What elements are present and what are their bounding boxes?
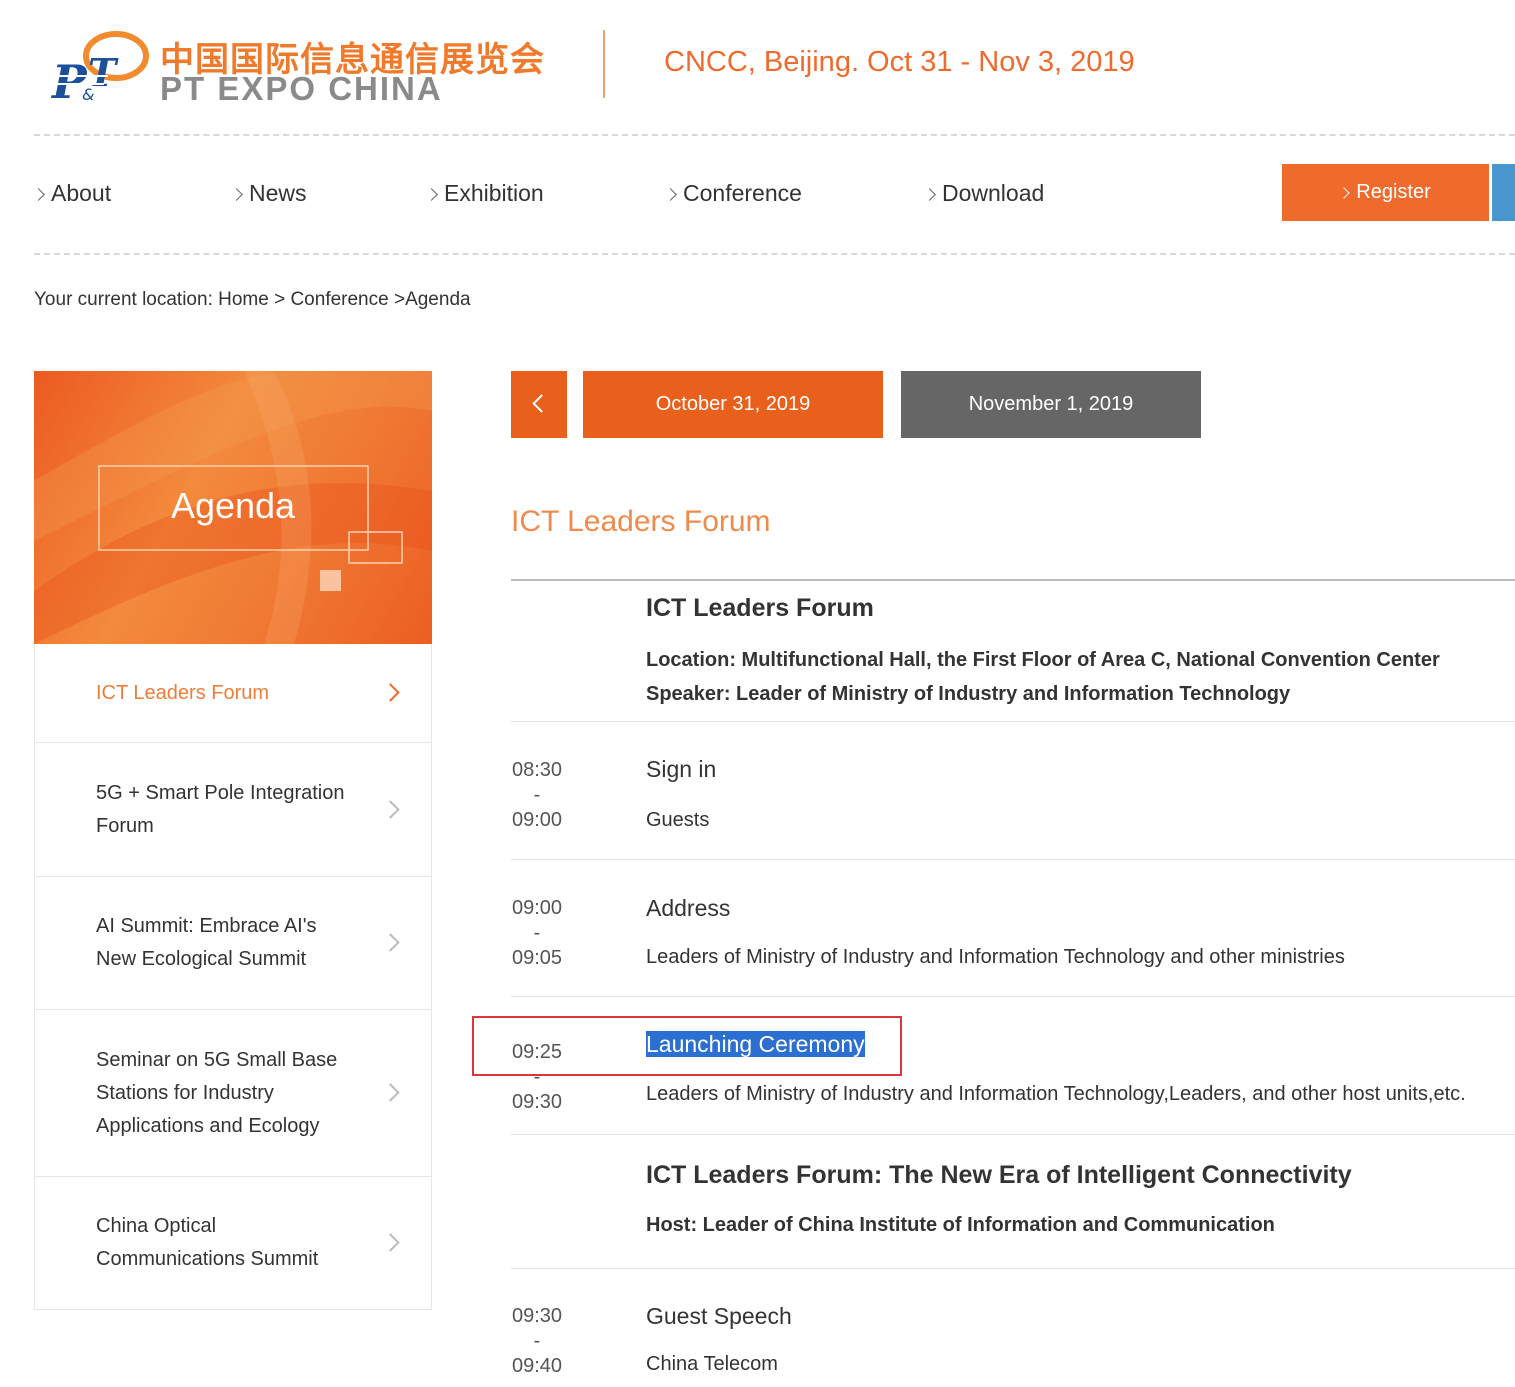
subforum-title: ICT Leaders Forum: The New Era of Intell… xyxy=(646,1161,1352,1189)
session-speaker: China Telecom xyxy=(646,1353,778,1375)
subforum-host: Host: Leader of China Institute of Infor… xyxy=(646,1214,1275,1236)
session-end-time: 09:30 xyxy=(511,1091,563,1113)
nav-separator xyxy=(34,253,1515,255)
nav-news[interactable]: News xyxy=(230,180,307,207)
sidebar-item-optical-summit[interactable]: China Optical Communications Summit xyxy=(35,1177,431,1310)
agenda-row: 08:30 - 09:00 Sign in Guests xyxy=(511,722,1515,860)
session-title: Sign in xyxy=(646,756,717,782)
chevron-right-icon xyxy=(1338,186,1350,199)
chevron-right-icon xyxy=(381,1083,400,1102)
logo-english-text: PT EXPO CHINA xyxy=(160,70,443,107)
chevron-right-icon xyxy=(923,187,936,201)
agenda-row: 09:00 - 09:05 Address Leaders of Ministr… xyxy=(511,860,1515,997)
register-button[interactable]: Register xyxy=(1282,164,1489,221)
nav-exhibition-label: Exhibition xyxy=(444,180,544,206)
session-speaker: Leaders of Ministry of Industry and Info… xyxy=(646,946,1345,968)
sidebar-item-5g-small-base-stations[interactable]: Seminar on 5G Small Base Stations for In… xyxy=(35,1010,431,1177)
sidebar-item-5g-smart-pole[interactable]: 5G + Smart Pole Integration Forum xyxy=(35,743,431,877)
session-end-time: 09:00 xyxy=(511,809,563,831)
register-label: Register xyxy=(1356,181,1431,203)
forum-info-row: ICT Leaders Forum Location: Multifunctio… xyxy=(511,581,1515,722)
chevron-right-icon xyxy=(664,187,677,201)
header-separator xyxy=(34,134,1515,136)
chevron-right-icon xyxy=(381,683,400,702)
chevron-right-icon xyxy=(32,187,45,201)
agenda-row: 09:30 - 09:40 Guest Speech China Telecom xyxy=(511,1269,1515,1387)
secondary-nav-button[interactable] xyxy=(1492,164,1515,221)
session-speaker: Leaders of Ministry of Industry and Info… xyxy=(646,1083,1466,1105)
session-speaker: Guests xyxy=(646,809,710,831)
tab-november-1[interactable]: November 1, 2019 xyxy=(901,371,1201,438)
forum-heading: ICT Leaders Forum xyxy=(511,505,771,538)
forum-title: ICT Leaders Forum xyxy=(646,594,874,622)
sidebar-item-label: AI Summit: Embrace AI's New Ecological S… xyxy=(96,915,317,970)
sidebar: Agenda ICT Leaders Forum 5G + Smart Pole… xyxy=(34,371,432,1310)
nav-conference-label: Conference xyxy=(683,180,802,206)
forum-location: Location: Multifunctional Hall, the Firs… xyxy=(646,649,1440,671)
highlight-annotation xyxy=(472,1016,902,1076)
session-time-separator: - xyxy=(533,922,541,944)
subforum-info-row: ICT Leaders Forum: The New Era of Intell… xyxy=(511,1135,1515,1269)
forum-list: ICT Leaders Forum 5G + Smart Pole Integr… xyxy=(34,644,432,1310)
chevron-left-icon xyxy=(532,394,551,413)
agenda-banner: Agenda xyxy=(34,371,432,644)
chevron-right-icon xyxy=(381,1233,400,1252)
nav-download-label: Download xyxy=(942,180,1045,206)
nav-conference[interactable]: Conference xyxy=(664,180,802,207)
event-info: CNCC, Beijing. Oct 31 - Nov 3, 2019 xyxy=(664,46,1135,78)
banner-title: Agenda xyxy=(170,485,296,526)
session-end-time: 09:05 xyxy=(511,947,563,969)
session-title: Address xyxy=(646,895,731,921)
session-start-time: 08:30 xyxy=(511,759,563,781)
sidebar-item-ai-summit[interactable]: AI Summit: Embrace AI's New Ecological S… xyxy=(35,877,431,1010)
previous-date-button[interactable] xyxy=(511,371,567,438)
chevron-right-icon xyxy=(230,187,243,201)
sidebar-item-ict-leaders-forum[interactable]: ICT Leaders Forum xyxy=(35,644,431,743)
chevron-right-icon xyxy=(425,187,438,201)
session-start-time: 09:30 xyxy=(511,1305,563,1327)
session-title: Guest Speech xyxy=(646,1303,792,1329)
nav-exhibition[interactable]: Exhibition xyxy=(425,180,544,207)
tab-october-31[interactable]: October 31, 2019 xyxy=(583,371,883,438)
sidebar-item-label: Seminar on 5G Small Base Stations for In… xyxy=(96,1048,338,1137)
nav-download[interactable]: Download xyxy=(923,180,1045,207)
session-start-time: 09:00 xyxy=(511,897,563,919)
session-time-separator: - xyxy=(533,784,541,806)
forum-speaker: Speaker: Leader of Ministry of Industry … xyxy=(646,683,1291,705)
pt-logo-icon: P T & xyxy=(48,31,149,106)
nav-about[interactable]: About xyxy=(32,180,112,207)
header-divider xyxy=(603,30,605,98)
session-end-time: 09:40 xyxy=(511,1355,563,1377)
nav-about-label: About xyxy=(51,180,112,206)
sidebar-item-label: 5G + Smart Pole Integration Forum xyxy=(96,781,345,837)
nav-news-label: News xyxy=(249,180,307,206)
svg-text:&: & xyxy=(82,85,94,104)
chevron-right-icon xyxy=(381,799,400,819)
sidebar-item-label: ICT Leaders Forum xyxy=(96,681,270,704)
sidebar-item-label: China Optical Communications Summit xyxy=(96,1215,319,1270)
site-logo[interactable]: P T & 中国国际信息通信展览会 PT EXPO CHINA xyxy=(48,26,548,107)
chevron-right-icon xyxy=(381,933,400,952)
session-time-separator: - xyxy=(533,1330,541,1352)
breadcrumb: Your current location: Home > Conference… xyxy=(34,289,471,310)
